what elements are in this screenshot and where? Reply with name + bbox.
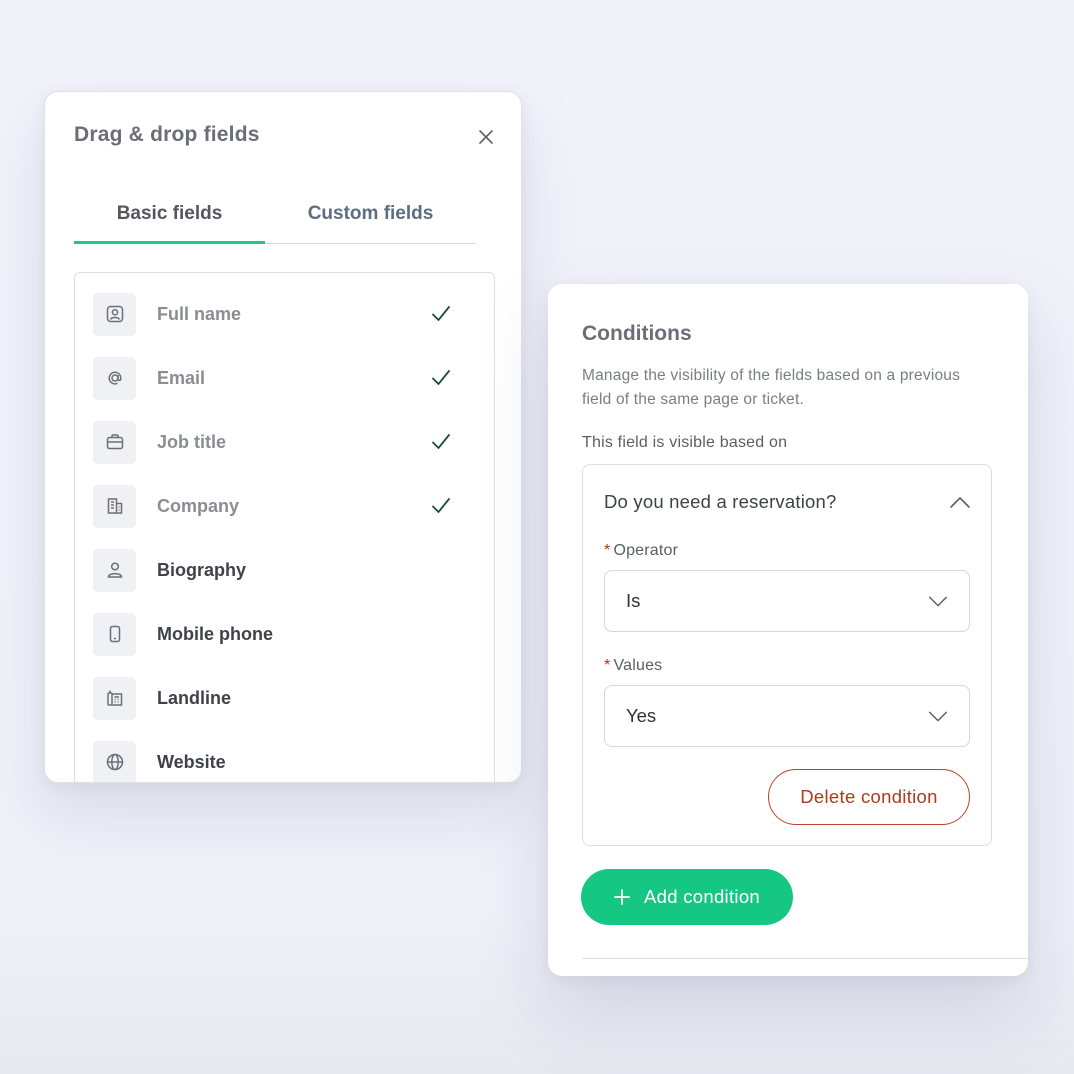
check-icon xyxy=(432,434,450,449)
condition-question: Do you need a reservation? xyxy=(604,491,837,512)
delete-condition-button[interactable]: Delete condition xyxy=(768,769,970,825)
tab-basic-fields[interactable]: Basic fields xyxy=(74,192,265,244)
panel-title: Drag & drop fields xyxy=(74,123,260,146)
values-label: * Values xyxy=(604,657,663,674)
field-item-mobile-phone[interactable]: Mobile phone xyxy=(93,612,473,656)
at-sign-icon xyxy=(107,371,122,385)
field-label: Full name xyxy=(157,303,242,324)
check-icon xyxy=(432,306,450,321)
drag-drop-fields-panel: Drag & drop fields Basic fields Custom f… xyxy=(44,91,522,783)
field-label: Biography xyxy=(157,559,247,580)
operator-value: Is xyxy=(626,590,641,611)
required-asterisk: * xyxy=(604,542,611,559)
field-list: Full name Email Job title Company Biogra… xyxy=(74,272,495,782)
conditions-panel: Conditions Manage the visibility of the … xyxy=(548,284,1028,976)
field-item-email[interactable]: Email xyxy=(93,356,473,400)
mobile-phone-icon xyxy=(109,625,120,643)
values-value: Yes xyxy=(626,705,657,726)
chevron-down-icon xyxy=(929,711,947,722)
tab-custom-fields[interactable]: Custom fields xyxy=(265,192,476,244)
conditions-title: Conditions xyxy=(582,322,692,345)
operator-select[interactable]: Is xyxy=(604,570,970,632)
chevron-up-icon[interactable] xyxy=(948,491,972,515)
field-tabs: Basic fields Custom fields xyxy=(74,192,476,244)
globe-icon xyxy=(106,753,123,771)
landline-phone-icon xyxy=(106,690,122,706)
add-condition-label: Add condition xyxy=(643,886,760,907)
field-item-website[interactable]: Website xyxy=(93,740,473,782)
field-item-biography[interactable]: Biography xyxy=(93,548,473,592)
divider xyxy=(582,958,1028,959)
field-item-job-title[interactable]: Job title xyxy=(93,420,473,464)
field-label: Website xyxy=(157,751,226,772)
required-asterisk: * xyxy=(604,657,611,674)
field-label: Company xyxy=(157,495,240,516)
condition-card: Do you need a reservation? * Operator Is … xyxy=(582,464,992,846)
field-label: Landline xyxy=(157,687,232,708)
field-item-landline[interactable]: Landline xyxy=(93,676,473,720)
check-icon xyxy=(432,498,450,513)
field-label: Mobile phone xyxy=(157,623,273,644)
visible-based-on-label: This field is visible based on xyxy=(582,434,788,451)
add-condition-button[interactable]: Add condition xyxy=(581,869,793,925)
building-icon xyxy=(107,498,122,514)
chevron-down-icon xyxy=(929,596,947,607)
operator-label: * Operator xyxy=(604,542,679,559)
field-item-company[interactable]: Company xyxy=(93,484,473,528)
field-label: Job title xyxy=(157,431,227,452)
conditions-description: Manage the visibility of the fields base… xyxy=(582,367,961,408)
plus-icon xyxy=(614,889,630,905)
user-card-icon xyxy=(106,305,123,323)
field-label: Email xyxy=(157,367,206,388)
field-item-full-name[interactable]: Full name xyxy=(93,292,473,336)
close-button[interactable] xyxy=(475,126,497,148)
briefcase-icon xyxy=(106,434,123,450)
check-icon xyxy=(432,370,450,385)
close-icon xyxy=(479,130,493,144)
values-select[interactable]: Yes xyxy=(604,685,970,747)
person-icon xyxy=(107,562,122,578)
